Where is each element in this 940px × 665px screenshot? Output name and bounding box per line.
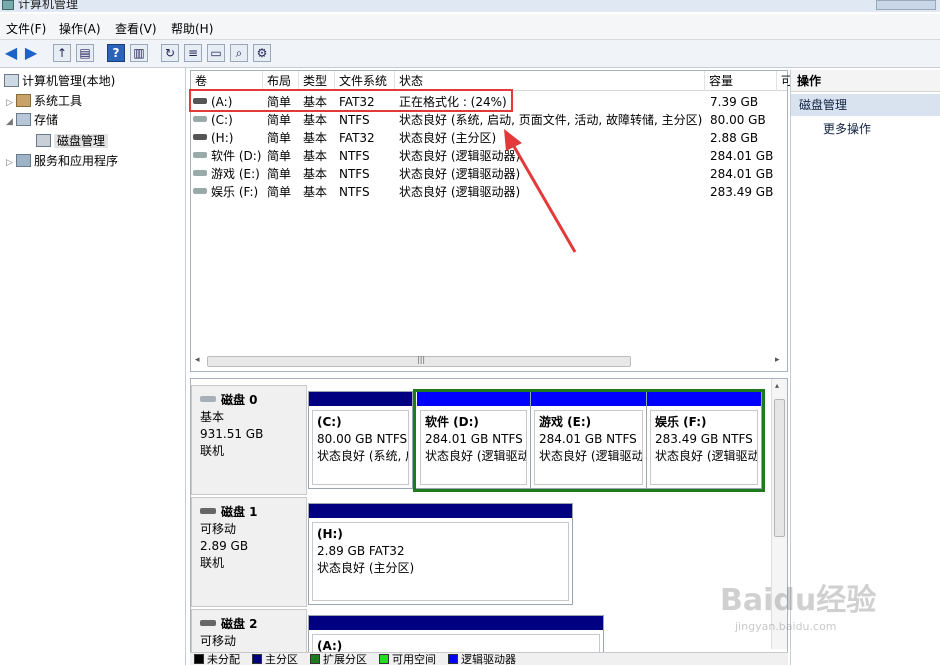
disk-state: 联机 bbox=[200, 444, 225, 458]
removable-disk-icon bbox=[200, 620, 216, 626]
primary-partition-bar bbox=[309, 616, 603, 630]
partition-label: (H:) bbox=[317, 527, 343, 541]
disk-partitions: (H:) 2.89 GB FAT32 状态良好 (主分区) bbox=[308, 503, 573, 605]
more-actions-link[interactable]: 更多操作 bbox=[823, 120, 871, 138]
scroll-up-icon[interactable]: ▴ bbox=[775, 381, 779, 390]
actions-section-disk-management[interactable]: 磁盘管理 bbox=[791, 94, 940, 116]
legend-item: 未分配 bbox=[194, 653, 240, 665]
primary-partition-bar bbox=[309, 392, 412, 406]
actions-header: 操作 bbox=[791, 70, 940, 92]
unallocated-swatch bbox=[194, 654, 204, 664]
disk-info[interactable]: 磁盘 0 基本 931.51 GB 联机 bbox=[191, 385, 307, 495]
partition-size: 80.00 GB NTFS bbox=[317, 432, 408, 446]
legend-label: 逻辑驱动器 bbox=[461, 653, 516, 665]
free-space-swatch bbox=[379, 654, 389, 664]
hard-disk-icon bbox=[200, 396, 216, 402]
partition-status: 状态良好 (主分区) bbox=[317, 561, 415, 575]
disk-info[interactable]: 磁盘 1 可移动 2.89 GB 联机 bbox=[191, 497, 307, 607]
disk-size: 2.89 GB bbox=[200, 539, 249, 553]
partition-status: 状态良好 (系统, 启 bbox=[317, 449, 409, 463]
partition-size: 2.89 GB FAT32 bbox=[317, 544, 405, 558]
legend-label: 扩展分区 bbox=[323, 653, 367, 665]
partition-h[interactable]: (H:) 2.89 GB FAT32 状态良好 (主分区) bbox=[309, 504, 572, 604]
partition-label: (C:) bbox=[317, 415, 342, 429]
legend-item: 扩展分区 bbox=[310, 653, 367, 665]
legend-item: 逻辑驱动器 bbox=[448, 653, 516, 665]
disk-state: 联机 bbox=[200, 556, 225, 570]
baidu-watermark-url: jingyan.baidu.com bbox=[735, 620, 837, 633]
disk-size: 931.51 GB bbox=[200, 427, 264, 441]
disk-kind: 可移动 bbox=[200, 634, 237, 648]
partition-c[interactable]: (C:) 80.00 GB NTFS 状态良好 (系统, 启 bbox=[309, 392, 413, 488]
disk-name: 磁盘 0 bbox=[221, 393, 258, 407]
disk-graphical-view: 磁盘 0 基本 931.51 GB 联机 (C:) 80.00 GB NTFS … bbox=[190, 378, 788, 665]
primary-partition-bar bbox=[309, 504, 572, 518]
legend-bar: 未分配 主分区 扩展分区 可用空间 逻辑驱动器 bbox=[190, 652, 788, 665]
extended-swatch bbox=[310, 654, 320, 664]
logical-drive-swatch bbox=[448, 654, 458, 664]
disk-name: 磁盘 1 bbox=[221, 505, 258, 519]
legend-label: 主分区 bbox=[265, 653, 298, 665]
legend-label: 未分配 bbox=[207, 653, 240, 665]
baidu-watermark-logo: Baidu经验 bbox=[720, 583, 877, 618]
disk-name: 磁盘 2 bbox=[221, 617, 258, 631]
legend-label: 可用空间 bbox=[392, 653, 436, 665]
legend-item: 可用空间 bbox=[379, 653, 436, 665]
legend-item: 主分区 bbox=[252, 653, 298, 665]
removable-disk-icon bbox=[200, 508, 216, 514]
extended-partition-outline bbox=[413, 389, 765, 492]
disk-kind: 基本 bbox=[200, 410, 225, 424]
primary-swatch bbox=[252, 654, 262, 664]
disk-kind: 可移动 bbox=[200, 522, 237, 536]
scrollbar-thumb[interactable] bbox=[774, 399, 785, 537]
